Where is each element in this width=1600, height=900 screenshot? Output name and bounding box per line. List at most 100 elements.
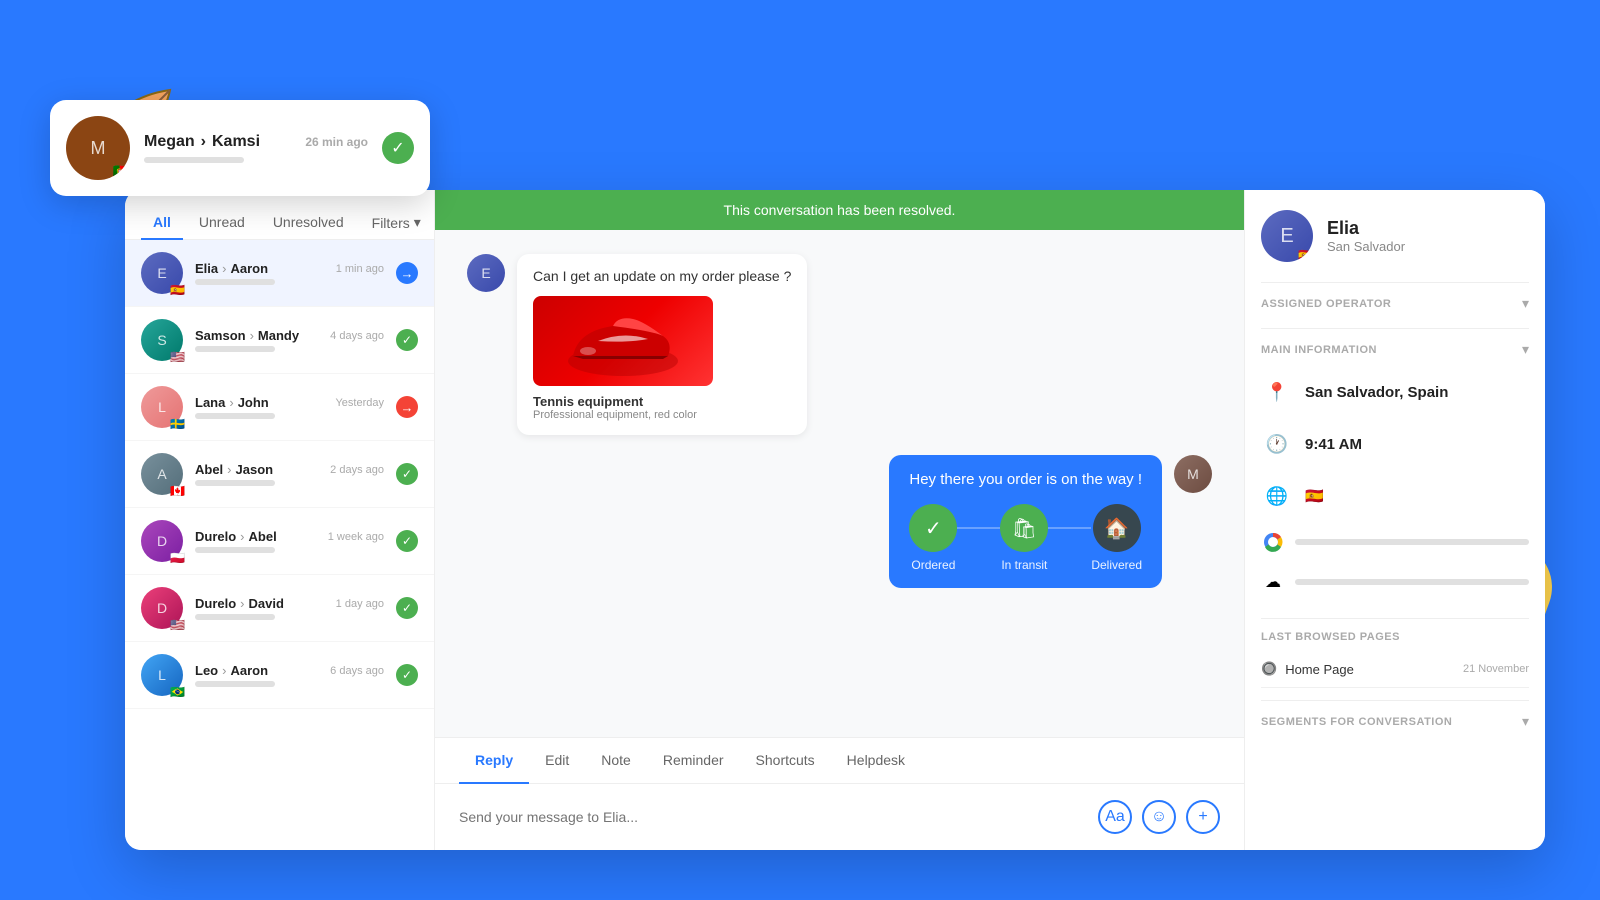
segments-section: SEGMENTS FOR CONVERSATION ▾ [1261, 700, 1529, 738]
conversation-item-abel-jason[interactable]: A 🇨🇦 Abel › Jason 2 days ago [125, 441, 434, 508]
app-container: All Unread Unresolved Filters ▾ E 🇪🇸 Eli… [125, 190, 1545, 850]
conv-info: Durelo › David 1 day ago [195, 596, 384, 620]
incoming-avatar: E [467, 254, 505, 292]
outgoing-message: Hey there you order is on the way ! ✓ Or… [889, 455, 1212, 588]
resolved-banner: This conversation has been resolved. [435, 190, 1244, 230]
delivered-label: Delivered [1091, 558, 1142, 572]
reply-input-row: Aa ☺ + [435, 784, 1244, 850]
floating-card-flag: 🇵🇹 [113, 163, 130, 180]
avatar-wrap: S 🇺🇸 [141, 319, 183, 361]
cloud-icon: ☁ [1261, 570, 1285, 594]
conversation-item-durelo-abel[interactable]: D 🇵🇱 Durelo › Abel 1 week ago [125, 508, 434, 575]
conv-status: → [396, 396, 418, 418]
conv-info: Durelo › Abel 1 week ago [195, 529, 384, 553]
conv-time: 1 week ago [328, 531, 384, 543]
conv-info: Leo › Aaron 6 days ago [195, 663, 384, 687]
chat-panel: This conversation has been resolved. E C… [435, 190, 1245, 850]
status-dot-icon: → [396, 396, 418, 418]
page-name: Home Page [1285, 662, 1354, 677]
incoming-message: E Can I get an update on my order please… [467, 254, 989, 435]
language-row: 🌐 🇪🇸 [1261, 470, 1529, 522]
conversation-item-samson-mandy[interactable]: S 🇺🇸 Samson › Mandy 4 days ago [125, 307, 434, 374]
product-description: Professional equipment, red color [533, 409, 791, 421]
step-line [957, 527, 1000, 529]
chat-area: E Can I get an update on my order please… [435, 230, 1244, 737]
avatar-wrap: D 🇺🇸 [141, 587, 183, 629]
conv-from: Durelo [195, 529, 236, 544]
conv-preview [195, 413, 275, 419]
floating-conversation-card[interactable]: M 🇵🇹 Megan › Kamsi 26 min ago ✓ [50, 100, 430, 196]
conv-from: Lana [195, 395, 225, 410]
conv-status: ✓ [396, 597, 418, 619]
conv-status: ✓ [396, 329, 418, 351]
reply-input[interactable] [459, 809, 1086, 825]
filter-chevron-icon: ▾ [414, 214, 421, 231]
conv-to: John [238, 395, 269, 410]
reply-tab-reply[interactable]: Reply [459, 738, 529, 784]
conv-info: Abel › Jason 2 days ago [195, 462, 384, 486]
outgoing-text: Hey there you order is on the way ! [909, 471, 1142, 488]
contact-details: Elia San Salvador [1327, 218, 1405, 254]
globe-icon: 🌐 [1261, 480, 1293, 512]
conversation-item-lana-john[interactable]: L 🇸🇪 Lana › John Yesterday → [125, 374, 434, 441]
conv-status: ✓ [396, 664, 418, 686]
tab-unresolved[interactable]: Unresolved [261, 206, 356, 240]
page-icon: 🔘 [1261, 661, 1277, 677]
flag-badge: 🇪🇸 [170, 284, 185, 296]
floating-card-info: Megan › Kamsi 26 min ago [144, 133, 368, 163]
status-check-icon: ✓ [396, 597, 418, 619]
last-browsed-item-homepage: 🔘 Home Page 21 November [1261, 651, 1529, 688]
location-value: San Salvador, Spain [1305, 384, 1448, 401]
emoji-button[interactable]: ☺ [1142, 800, 1176, 834]
avatar-wrap: L 🇧🇷 [141, 654, 183, 696]
conv-preview [195, 346, 275, 352]
conv-time: 2 days ago [330, 464, 384, 476]
location-row: 📍 San Salvador, Spain [1261, 366, 1529, 418]
browser-cloud-row: ☁ [1261, 562, 1529, 602]
browser-chrome-row [1261, 522, 1529, 562]
conversation-item-elia-aaron[interactable]: E 🇪🇸 Elia › Aaron 1 min ago → [125, 240, 434, 307]
time-row: 🕐 9:41 AM [1261, 418, 1529, 470]
tab-filters[interactable]: Filters ▾ [360, 206, 433, 239]
conversations-list: E 🇪🇸 Elia › Aaron 1 min ago → [125, 240, 434, 850]
last-browsed-title: LAST BROWSED PAGES [1261, 631, 1400, 643]
floating-card-from: Megan [144, 133, 195, 151]
reply-tab-note[interactable]: Note [585, 738, 647, 784]
floating-card-time: 26 min ago [305, 135, 368, 149]
order-status: ✓ Ordered 🛍 In transit 🏠 Delivered [909, 504, 1142, 572]
tab-unread[interactable]: Unread [187, 206, 257, 240]
conversation-item-leo-aaron[interactable]: L 🇧🇷 Leo › Aaron 6 days ago ✓ [125, 642, 434, 709]
reply-tab-helpdesk[interactable]: Helpdesk [831, 738, 921, 784]
floating-card-arrow: › [201, 133, 206, 151]
conv-from: Samson [195, 328, 246, 343]
avatar-wrap: A 🇨🇦 [141, 453, 183, 495]
add-button[interactable]: + [1186, 800, 1220, 834]
reply-tab-shortcuts[interactable]: Shortcuts [740, 738, 831, 784]
reply-tab-edit[interactable]: Edit [529, 738, 585, 784]
conv-preview [195, 279, 275, 285]
chrome-browser-bar [1295, 539, 1529, 545]
tab-all[interactable]: All [141, 206, 183, 240]
conversation-item-durelo-david[interactable]: D 🇺🇸 Durelo › David 1 day ago [125, 575, 434, 642]
conversation-tabs: All Unread Unresolved Filters ▾ [125, 190, 434, 240]
main-information-title: MAIN INFORMATION [1261, 344, 1377, 356]
order-step-ordered: ✓ Ordered [909, 504, 957, 572]
main-information-chevron[interactable]: ▾ [1522, 341, 1529, 358]
browsed-page-name: 🔘 Home Page [1261, 661, 1354, 677]
product-info: Tennis equipment Professional equipment,… [533, 394, 791, 421]
text-format-button[interactable]: Aa [1098, 800, 1132, 834]
segments-chevron[interactable]: ▾ [1522, 713, 1529, 730]
conv-status: ✓ [396, 530, 418, 552]
status-check-icon: ✓ [396, 329, 418, 351]
status-check-icon: ✓ [396, 463, 418, 485]
conv-info: Samson › Mandy 4 days ago [195, 328, 384, 352]
contact-info-panel: E 🇪🇸 Elia San Salvador ASSIGNED OPERATOR… [1245, 190, 1545, 850]
status-check-icon: ✓ [396, 664, 418, 686]
assigned-operator-chevron[interactable]: ▾ [1522, 295, 1529, 312]
chrome-icon [1261, 530, 1285, 554]
flag-badge: 🇺🇸 [170, 351, 185, 363]
conv-to: Jason [236, 462, 274, 477]
avatar-wrap: E 🇪🇸 [141, 252, 183, 294]
reply-tab-reminder[interactable]: Reminder [647, 738, 740, 784]
floating-card-to: Kamsi [212, 133, 260, 151]
